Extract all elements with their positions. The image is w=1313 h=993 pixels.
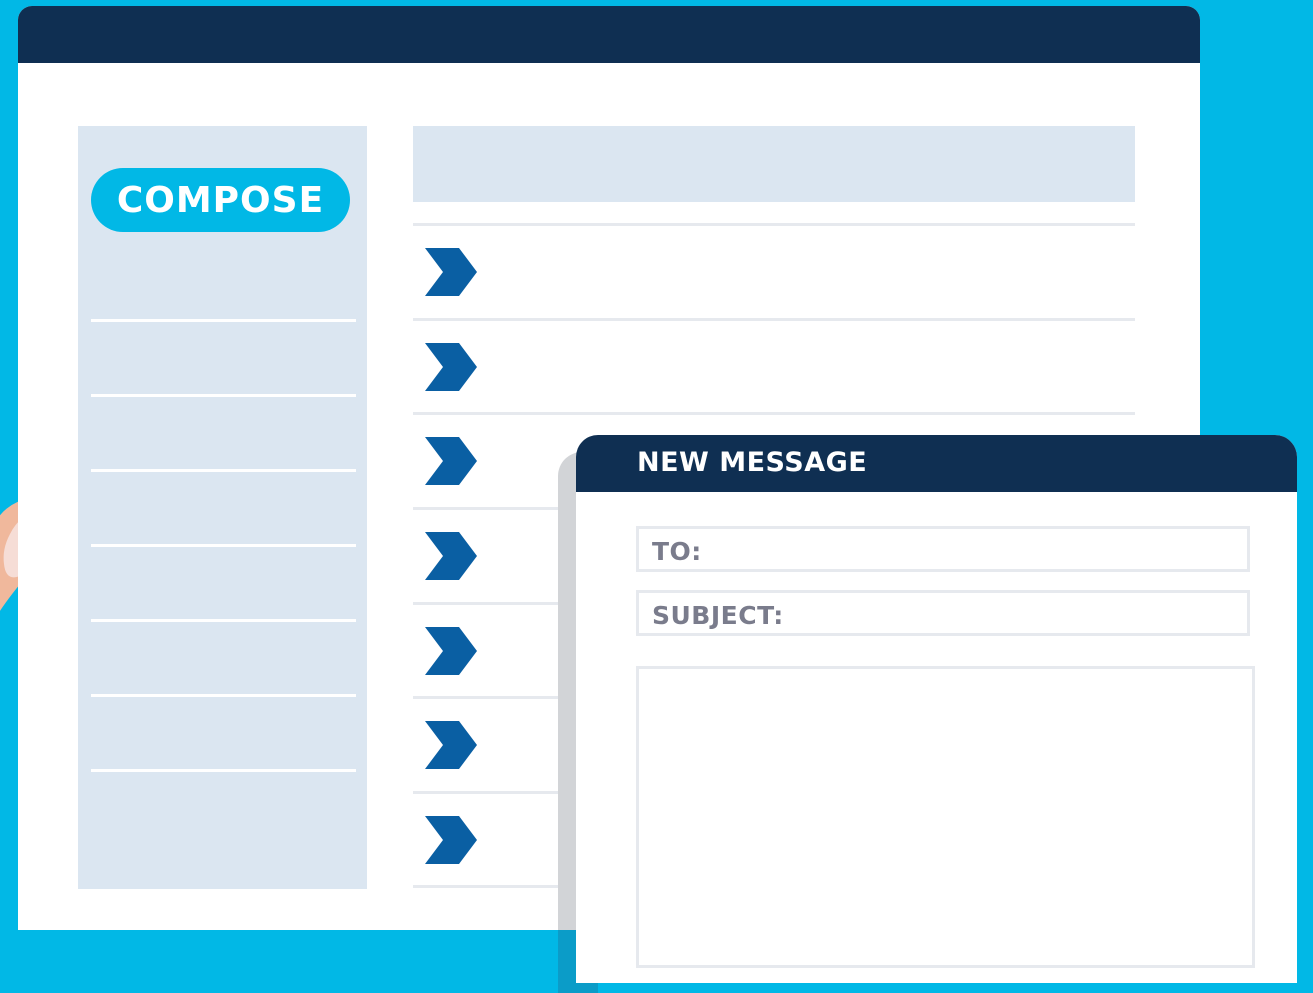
sidebar-item-divider [91, 469, 356, 472]
sidebar-item-divider [91, 769, 356, 772]
sidebar-item-divider [91, 544, 356, 547]
new-message-title: NEW MESSAGE [637, 447, 868, 478]
list-item[interactable] [413, 321, 1135, 413]
sidebar-item-divider [91, 394, 356, 397]
to-label: TO: [652, 537, 702, 566]
new-message-titlebar[interactable]: NEW MESSAGE [576, 435, 1297, 492]
sidebar-item-divider [91, 319, 356, 322]
to-field[interactable]: TO: [636, 526, 1250, 572]
subject-field[interactable]: SUBJECT: [636, 590, 1250, 636]
chevron-right-icon [425, 532, 477, 580]
chevron-right-icon [425, 437, 477, 485]
message-list-header [413, 126, 1135, 202]
sidebar-item-divider [91, 694, 356, 697]
chevron-right-icon [425, 627, 477, 675]
new-message-window: NEW MESSAGE TO: SUBJECT: [576, 435, 1297, 983]
sidebar-item-divider [91, 619, 356, 622]
subject-label: SUBJECT: [652, 601, 784, 630]
chevron-right-icon [425, 721, 477, 769]
sidebar: COMPOSE [78, 126, 367, 889]
window-titlebar [18, 6, 1200, 63]
chevron-right-icon [425, 248, 477, 296]
chevron-right-icon [425, 816, 477, 864]
compose-button[interactable]: COMPOSE [91, 168, 350, 232]
message-body-field[interactable] [636, 666, 1255, 968]
list-item[interactable] [413, 226, 1135, 318]
chevron-right-icon [425, 343, 477, 391]
